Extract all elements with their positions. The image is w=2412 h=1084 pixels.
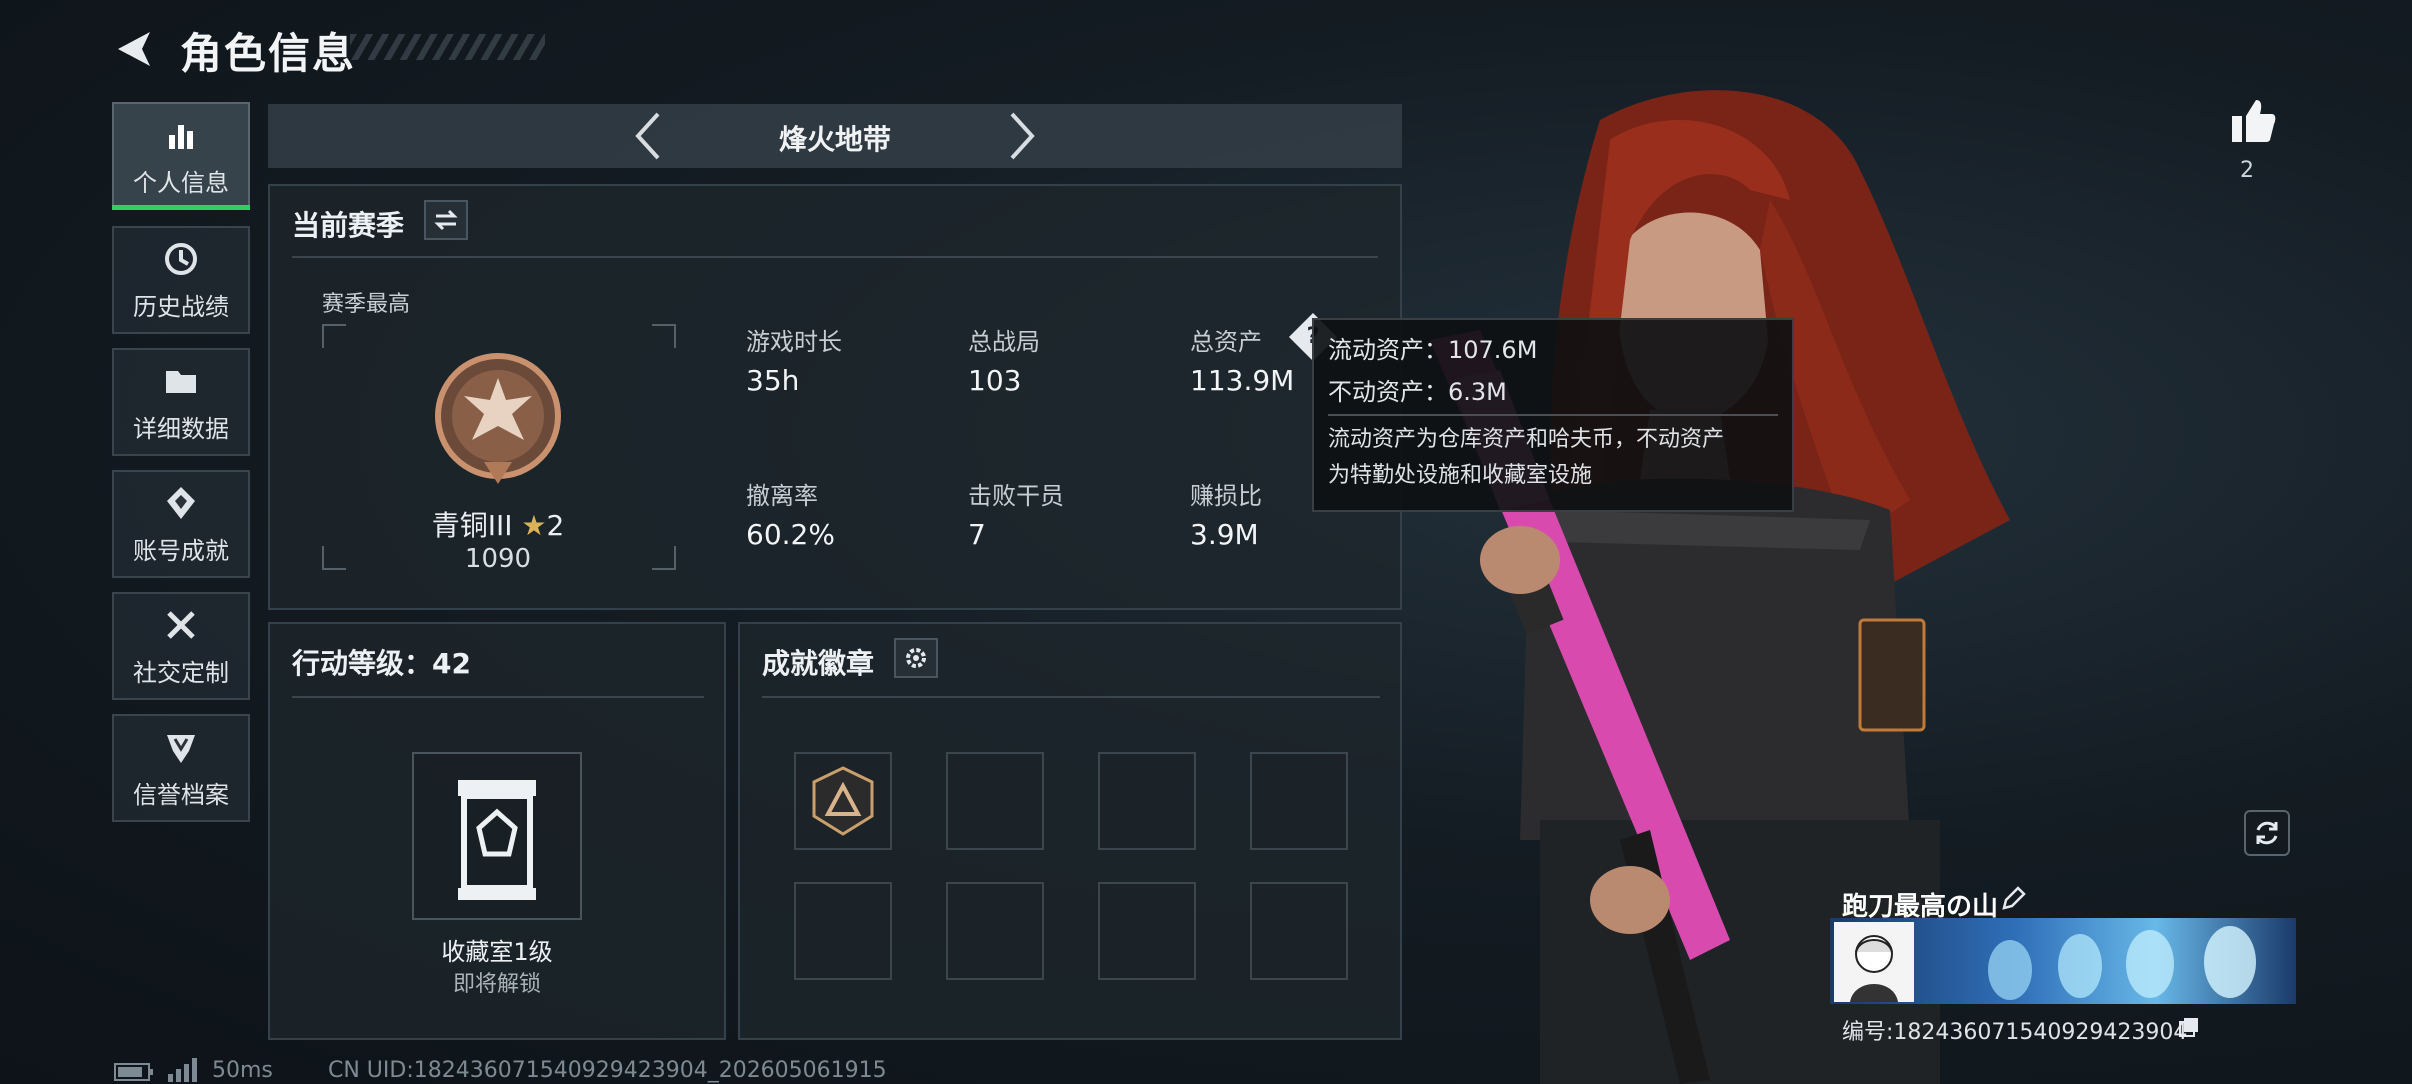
season-panel: 当前赛季 赛季最高 青铜III ★2 1090 游戏时长 35h 总战局 103… xyxy=(268,184,1402,610)
like-count: 2 xyxy=(2240,158,2254,183)
sidebar-item-label: 详细数据 xyxy=(133,414,229,443)
mode-selector: 烽火地带 xyxy=(268,104,1402,168)
stat-value: 113.9M xyxy=(1190,364,1295,397)
assets-tooltip: 流动资产：107.6M 不动资产：6.3M 流动资产为仓库资产和哈夫币，不动资产… xyxy=(1312,318,1794,512)
battery-icon xyxy=(114,1063,153,1081)
sidebar-item-history[interactable]: 历史战绩 xyxy=(112,226,250,334)
divider xyxy=(1328,414,1778,416)
season-switch-button[interactable] xyxy=(424,200,468,240)
divider xyxy=(292,256,1378,258)
sidebar-item-achievements[interactable]: 账号成就 xyxy=(112,470,250,578)
action-level-panel: 行动等级：42 收藏室1级 即将解锁 xyxy=(268,622,726,1040)
sidebar-item-label: 历史战绩 xyxy=(133,292,229,321)
stat-label: 撤离率 xyxy=(746,482,818,510)
edit-pencil-icon[interactable] xyxy=(2000,886,2026,912)
stat-label: 总战局 xyxy=(968,328,1040,356)
chevron-right-icon[interactable] xyxy=(1004,110,1040,162)
avatar[interactable] xyxy=(1834,922,1914,1002)
swap-icon xyxy=(434,209,458,231)
collection-room-button[interactable] xyxy=(412,752,582,920)
sidebar-item-credit[interactable]: 信誉档案 xyxy=(112,714,250,822)
collection-room-status: 即将解锁 xyxy=(452,972,541,997)
badges-title: 成就徽章 xyxy=(762,647,875,680)
rank-line: 青铜III ★2 xyxy=(424,504,572,544)
player-uid: 编号:182436071540929423904 xyxy=(1842,1020,2188,1045)
folder-icon xyxy=(166,370,196,393)
rank-stars: 2 xyxy=(546,509,565,542)
player-name: 跑刀最高の山 xyxy=(1842,892,1999,922)
gear-icon xyxy=(906,648,926,668)
collection-room-icon xyxy=(458,780,536,900)
stat-value: 60.2% xyxy=(746,518,835,551)
badge-slot[interactable] xyxy=(946,882,1044,980)
badge-slot[interactable] xyxy=(1098,882,1196,980)
frame-corner xyxy=(322,546,346,570)
badge-settings-button[interactable] xyxy=(894,638,938,678)
star-icon: ★ xyxy=(521,509,547,542)
tools-icon xyxy=(167,610,195,639)
achievement-icon xyxy=(167,486,195,519)
divider xyxy=(292,696,704,698)
history-clock-icon xyxy=(165,242,197,275)
rank-name: 青铜III xyxy=(431,509,513,542)
sidebar-item-personal-info[interactable]: 个人信息 xyxy=(112,102,250,210)
stat-value: 7 xyxy=(968,518,986,551)
badge-slot[interactable] xyxy=(794,882,892,980)
collection-room-label: 收藏室1级 xyxy=(441,938,553,966)
refresh-icon xyxy=(2256,821,2278,845)
badge-slot[interactable] xyxy=(794,752,892,850)
tooltip-note-line1: 流动资产为仓库资产和哈夫币，不动资产 xyxy=(1328,427,1725,452)
title-decoration xyxy=(350,34,545,60)
divider xyxy=(762,696,1380,698)
stat-label: 击败干员 xyxy=(968,482,1064,510)
badge-slot[interactable] xyxy=(1250,882,1348,980)
stat-label: 总资产 xyxy=(1190,328,1262,356)
ping-value: 50ms xyxy=(212,1058,273,1083)
tooltip-liquid-assets: 流动资产：107.6M xyxy=(1328,336,1538,364)
bar-chart-icon xyxy=(169,124,193,149)
achievement-badges-panel: 成就徽章 xyxy=(738,622,1402,1040)
stat-label: 赚损比 xyxy=(1190,482,1262,510)
copy-icon[interactable] xyxy=(2178,1016,2200,1038)
action-level-title: 行动等级：42 xyxy=(292,647,471,680)
cn-uid: CN UID:182436071540929423904_20260506191… xyxy=(328,1058,887,1083)
frame-corner xyxy=(652,324,676,348)
badge-slot[interactable] xyxy=(1098,752,1196,850)
credit-shield-icon xyxy=(167,734,195,763)
rank-emblem-icon xyxy=(435,353,561,484)
frame-corner xyxy=(652,546,676,570)
badge-slot[interactable] xyxy=(1250,752,1348,850)
badge-slot[interactable] xyxy=(946,752,1044,850)
season-title: 当前赛季 xyxy=(292,209,405,242)
badge-icon xyxy=(812,766,874,836)
sidebar-item-social[interactable]: 社交定制 xyxy=(112,592,250,700)
frame-corner xyxy=(322,324,346,348)
sidebar-item-label: 个人信息 xyxy=(133,168,229,197)
season-best-label: 赛季最高 xyxy=(322,292,411,317)
stat-label: 游戏时长 xyxy=(746,328,842,356)
stat-value: 103 xyxy=(968,364,1022,397)
mode-label: 烽火地带 xyxy=(778,123,891,156)
avatar-image xyxy=(1850,935,1898,1002)
tooltip-fixed-assets: 不动资产：6.3M xyxy=(1328,378,1507,406)
tooltip-note-line2: 为特勤处设施和收藏室设施 xyxy=(1328,463,1593,488)
rank-score: 1090 xyxy=(464,544,532,574)
sidebar-item-detail-data[interactable]: 详细数据 xyxy=(112,348,250,456)
signal-icon xyxy=(168,1058,197,1082)
back-arrow-icon xyxy=(118,32,150,66)
stat-value: 35h xyxy=(746,364,800,397)
back-button[interactable] xyxy=(112,26,158,72)
sidebar-item-label: 信誉档案 xyxy=(133,780,229,809)
refresh-button[interactable] xyxy=(2244,810,2290,856)
thumbs-up-icon xyxy=(2232,100,2276,142)
stat-value: 3.9M xyxy=(1190,518,1259,551)
sidebar-item-label: 账号成就 xyxy=(133,536,229,565)
page-title: 角色信息 xyxy=(180,29,357,78)
banner-art xyxy=(1988,926,2256,1000)
sidebar-item-label: 社交定制 xyxy=(133,658,229,687)
like-button[interactable] xyxy=(2228,96,2278,146)
